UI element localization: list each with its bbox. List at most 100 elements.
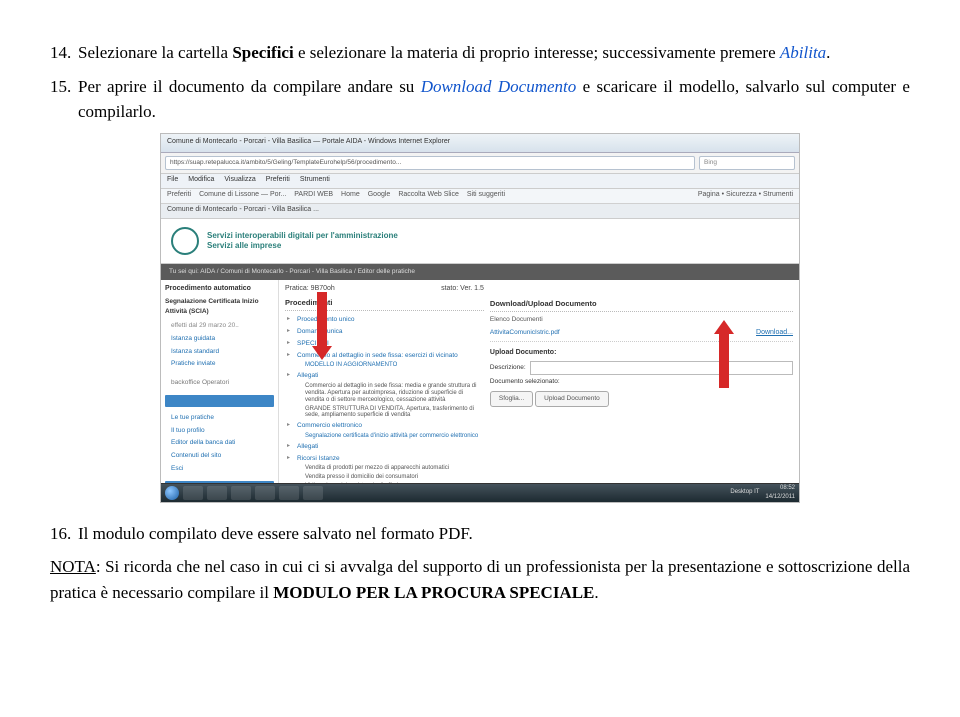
banner-line2: Servizi alle imprese: [207, 241, 398, 251]
taskbar-app-icon[interactable]: [183, 486, 203, 500]
fav-item[interactable]: Google: [368, 190, 391, 201]
favorites-bar: Preferiti Comune di Lissone — Por... PAR…: [161, 189, 799, 204]
sidebar: Procedimento automatico Segnalazione Cer…: [161, 280, 279, 503]
address-bar[interactable]: https://suap.retepalucca.it/ambito/5/Gel…: [165, 156, 695, 170]
search-box[interactable]: Bing: [699, 156, 795, 170]
breadcrumb: Tu sei qui: AIDA / Comuni di Montecarlo …: [161, 264, 799, 280]
text-bold: Specifici: [232, 43, 293, 62]
taskbar-time: 08:52: [780, 485, 795, 491]
sidebar-item[interactable]: Le tue pratiche: [165, 411, 274, 424]
taskbar-app-icon[interactable]: [255, 486, 275, 500]
text-bold: MODULO PER LA PROCURA SPECIALE: [273, 583, 594, 602]
site-logo-icon: [171, 227, 199, 255]
paragraph-15: 15. Per aprire il documento da compilare…: [50, 74, 910, 125]
sidebar-subtitle: Segnalazione Certificata Inizio Attività…: [165, 297, 274, 317]
elenco-documenti-label: Elenco Documenti: [490, 315, 793, 325]
page-content: Procedimento automatico Segnalazione Cer…: [161, 280, 799, 503]
paragraph-14: 14. Selezionare la cartella Specifici e …: [50, 40, 910, 66]
menu-visualizza[interactable]: Visualizza: [224, 175, 255, 186]
sidebar-menu-utente-header: [165, 395, 274, 407]
fav-item[interactable]: Raccolta Web Slice: [398, 190, 459, 201]
browser-tab[interactable]: Comune di Montecarlo - Porcari - Villa B…: [167, 205, 319, 216]
main-area: Pratica: 9B70oh stato: Ver. 1.5 Procedim…: [279, 280, 799, 503]
sfoglia-button[interactable]: Sfoglia...: [490, 391, 533, 407]
link-download-documento: Download Documento: [421, 77, 577, 96]
tree-text: Vendita di prodotti per mezzo di apparec…: [285, 464, 484, 473]
field-label-descrizione: Descrizione:: [490, 363, 526, 373]
fav-item[interactable]: Comune di Lissone — Por...: [199, 190, 286, 201]
field-label-documento: Documento selezionato:: [490, 377, 560, 387]
breadcrumb-text: Tu sei qui: AIDA / Comuni di Montecarlo …: [169, 267, 415, 277]
text: Selezionare la cartella: [78, 43, 232, 62]
menu-file[interactable]: File: [167, 175, 178, 186]
download-upload-column: Download/Upload Documento Elenco Documen…: [490, 284, 793, 503]
tree-text: Commercio al dettaglio in sede fissa: me…: [285, 382, 484, 405]
fav-item[interactable]: PARDI WEB: [294, 190, 333, 201]
list-number: 16.: [50, 521, 78, 547]
link-abilita: Abilita: [780, 43, 826, 62]
windows-taskbar: Desktop IT 08:52 14/12/2011: [161, 483, 799, 502]
taskbar-tray: Desktop IT 08:52 14/12/2011: [730, 484, 795, 502]
download-link[interactable]: Download...: [756, 328, 793, 339]
site-banner: Servizi interoperabili digitali per l'am…: [161, 219, 799, 264]
sidebar-item[interactable]: Il tuo profilo: [165, 424, 274, 437]
upload-title: Upload Documento:: [490, 348, 793, 359]
text: e selezionare la materia di proprio inte…: [294, 43, 780, 62]
tree-model-link[interactable]: MODELLO IN AGGIORNAMENTO: [285, 361, 484, 370]
upload-button[interactable]: Upload Documento: [535, 391, 609, 407]
window-titlebar: Comune di Montecarlo - Porcari - Villa B…: [161, 134, 799, 153]
paragraph-16: 16. Il modulo compilato deve essere salv…: [50, 521, 910, 547]
nota-paragraph: NOTA: Si ricorda che nel caso in cui ci …: [50, 554, 910, 605]
red-arrow-down-icon: [315, 292, 329, 360]
sidebar-item[interactable]: Istanza standard: [165, 345, 274, 358]
start-button-icon[interactable]: [165, 486, 179, 500]
download-upload-title: Download/Upload Documento: [490, 298, 793, 312]
text: .: [594, 583, 598, 602]
menu-strumenti[interactable]: Strumenti: [300, 175, 330, 186]
sidebar-item[interactable]: Contenuti del sito: [165, 450, 274, 463]
embedded-screenshot: Comune di Montecarlo - Porcari - Villa B…: [50, 133, 910, 503]
sidebar-backoffice[interactable]: backoffice Operatori: [165, 377, 274, 390]
tree-item[interactable]: Commercio elettronico: [285, 420, 484, 432]
tree-item[interactable]: Allegati: [285, 370, 484, 382]
red-arrow-up-icon: [717, 320, 731, 388]
taskbar-date: 14/12/2011: [765, 494, 795, 500]
pratica-version: stato: Ver. 1.5: [441, 284, 484, 295]
tree-item[interactable]: Ricorsi Istanze: [285, 453, 484, 465]
text: .: [826, 43, 830, 62]
sidebar-item[interactable]: Istanza guidata: [165, 332, 274, 345]
sidebar-item[interactable]: Pratiche inviate: [165, 358, 274, 371]
paragraph-body: Selezionare la cartella Specifici e sele…: [78, 40, 910, 66]
browser-tab-bar: Comune di Montecarlo - Porcari - Villa B…: [161, 204, 799, 219]
document-file-link[interactable]: AttivitaComunicIstric.pdf: [490, 328, 560, 338]
taskbar-app-icon[interactable]: [231, 486, 251, 500]
taskbar-lang[interactable]: Desktop IT: [730, 488, 759, 497]
taskbar-app-icon[interactable]: [303, 486, 323, 500]
fav-item[interactable]: Siti suggeriti: [467, 190, 505, 201]
address-bar-row: https://suap.retepalucca.it/ambito/5/Gel…: [161, 153, 799, 174]
fav-label[interactable]: Preferiti: [167, 190, 191, 201]
sidebar-note: effetti dal 29 marzo 20..: [165, 320, 274, 333]
banner-text: Servizi interoperabili digitali per l'am…: [207, 231, 398, 250]
menu-preferiti[interactable]: Preferiti: [266, 175, 290, 186]
tree-text: GRANDE STRUTTURA DI VENDITA. Apertura, t…: [285, 405, 484, 421]
banner-line1: Servizi interoperabili digitali per l'am…: [207, 231, 398, 241]
paragraph-body: Per aprire il documento da compilare and…: [78, 74, 910, 125]
menu-modifica[interactable]: Modifica: [188, 175, 214, 186]
list-number: 14.: [50, 40, 78, 66]
tree-sub-link[interactable]: Segnalazione certificata d'inizio attivi…: [285, 432, 484, 441]
taskbar-app-icon[interactable]: [279, 486, 299, 500]
nota-label: NOTA: [50, 557, 96, 576]
toolbar-right[interactable]: Pagina • Sicurezza • Strumenti: [698, 190, 793, 201]
browser-window: Comune di Montecarlo - Porcari - Villa B…: [160, 133, 800, 503]
paragraph-body: Il modulo compilato deve essere salvato …: [78, 521, 910, 547]
list-number: 15.: [50, 74, 78, 125]
taskbar-app-icon[interactable]: [207, 486, 227, 500]
tree-item[interactable]: Allegati: [285, 441, 484, 453]
sidebar-title: Procedimento automatico: [165, 284, 274, 295]
sidebar-item[interactable]: Editor della banca dati: [165, 437, 274, 450]
descrizione-input[interactable]: [530, 361, 793, 375]
text: Per aprire il documento da compilare and…: [78, 77, 421, 96]
sidebar-item[interactable]: Esci: [165, 462, 274, 475]
fav-item[interactable]: Home: [341, 190, 360, 201]
